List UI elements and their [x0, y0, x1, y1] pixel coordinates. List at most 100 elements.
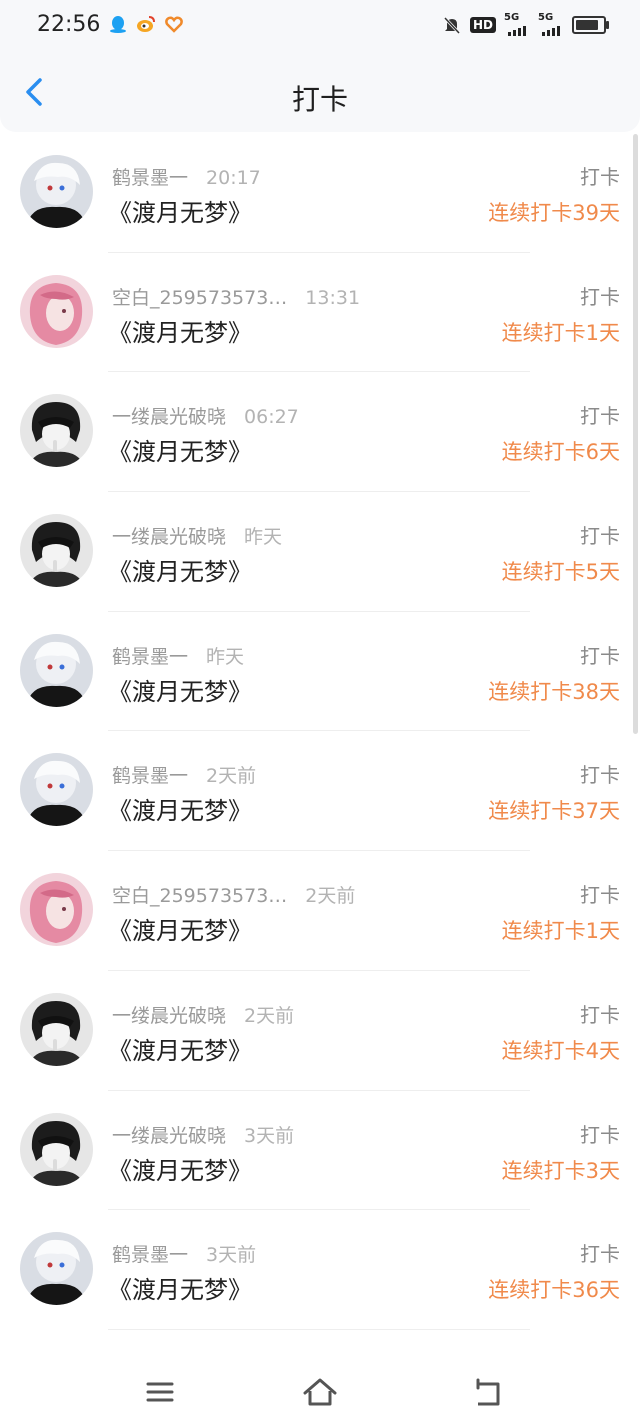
list-item[interactable]: 鹤景墨一 3天前 《渡月无梦》 打卡 连续打卡36天	[0, 1210, 640, 1330]
checkin-label: 打卡	[580, 165, 620, 189]
user-name[interactable]: 一缕晨光破晓	[112, 526, 226, 548]
checkin-label: 打卡	[580, 284, 620, 309]
app-heart-icon	[165, 16, 183, 33]
avatar[interactable]	[20, 873, 93, 947]
book-title[interactable]: 《渡月无梦》	[108, 552, 252, 587]
home-icon[interactable]	[300, 1372, 340, 1412]
user-meta: 鹤景墨一 20:17	[112, 163, 261, 190]
back-icon[interactable]	[468, 1372, 508, 1412]
streak-count: 连续打卡38天	[488, 679, 620, 704]
book-title[interactable]: 《渡月无梦》	[108, 1270, 252, 1305]
hd-icon: HD	[469, 17, 496, 33]
checkin-time: 2天前	[206, 765, 257, 788]
status-bar: 22:56 HD 5G 5G	[0, 0, 640, 52]
divider	[108, 1328, 530, 1330]
battery-icon	[572, 16, 609, 34]
user-name[interactable]: 鹤景墨一	[112, 646, 188, 668]
book-title[interactable]: 《渡月无梦》	[108, 672, 252, 707]
avatar[interactable]	[20, 394, 93, 468]
checkin-time: 06:27	[244, 406, 299, 429]
checkin-label: 打卡	[580, 524, 620, 549]
checkin-time: 3天前	[244, 1124, 295, 1147]
book-title[interactable]: 《渡月无梦》	[108, 911, 252, 946]
streak-count: 连续打卡37天	[488, 799, 620, 824]
checkin-label: 打卡	[580, 643, 620, 668]
streak-count: 连续打卡39天	[488, 201, 620, 225]
book-title[interactable]: 《渡月无梦》	[108, 432, 252, 467]
user-name[interactable]: 一缕晨光破晓	[112, 1005, 226, 1027]
user-meta: 一缕晨光破晓 06:27	[112, 402, 299, 429]
user-name[interactable]: 一缕晨光破晓	[112, 1125, 226, 1147]
user-meta: 一缕晨光破晓 3天前	[112, 1121, 294, 1148]
book-title[interactable]: 《渡月无梦》	[108, 1151, 252, 1186]
streak-count: 连续打卡1天	[501, 320, 620, 345]
checkin-label: 打卡	[580, 404, 620, 429]
weibo-icon	[137, 16, 155, 32]
notification-icons	[108, 14, 184, 36]
checkin-label: 打卡	[580, 1242, 620, 1267]
list-item[interactable]: 鹤景墨一 20:17 《渡月无梦》 打卡 连续打卡39天	[0, 133, 640, 253]
list-item[interactable]: 空白_259573573… 2天前 《渡月无梦》 打卡 连续打卡1天	[0, 851, 640, 971]
streak-count: 连续打卡6天	[501, 440, 620, 465]
avatar[interactable]	[20, 274, 93, 348]
user-name[interactable]: 鹤景墨一	[112, 765, 188, 787]
avatar[interactable]	[20, 1232, 93, 1306]
menu-icon[interactable]	[140, 1372, 180, 1412]
streak-count: 连续打卡3天	[501, 1158, 620, 1183]
user-meta: 一缕晨光破晓 昨天	[112, 522, 282, 549]
avatar[interactable]	[20, 155, 93, 228]
streak-count: 连续打卡1天	[501, 919, 620, 944]
user-name[interactable]: 空白_259573573…	[112, 885, 287, 907]
system-nav-bar	[0, 1360, 640, 1427]
checkin-time: 3天前	[206, 1244, 257, 1267]
checkin-label: 打卡	[580, 1122, 620, 1147]
avatar[interactable]	[20, 1112, 93, 1186]
list-item[interactable]: 一缕晨光破晓 2天前 《渡月无梦》 打卡 连续打卡4天	[0, 971, 640, 1091]
checkin-time: 2天前	[244, 1004, 295, 1027]
signal-5g-icon: 5G	[504, 12, 530, 36]
avatar[interactable]	[20, 633, 93, 707]
user-meta: 鹤景墨一 2天前	[112, 761, 256, 788]
user-name[interactable]: 一缕晨光破晓	[112, 406, 226, 428]
silent-bell-icon	[443, 16, 461, 35]
avatar[interactable]	[20, 514, 93, 588]
page-title: 打卡	[291, 83, 348, 116]
user-meta: 空白_259573573… 13:31	[112, 283, 360, 310]
checkin-time: 13:31	[305, 286, 361, 309]
checkin-time: 昨天	[206, 645, 245, 668]
signal-5g-icon: 5G	[538, 12, 564, 36]
user-meta: 空白_259573573… 2天前	[112, 881, 355, 908]
user-meta: 鹤景墨一 昨天	[112, 642, 244, 669]
checkin-label: 打卡	[580, 763, 620, 788]
user-name[interactable]: 空白_259573573…	[112, 287, 287, 309]
checkin-label: 打卡	[580, 883, 620, 908]
list-item[interactable]: 一缕晨光破晓 06:27 《渡月无梦》 打卡 连续打卡6天	[0, 372, 640, 493]
list-item[interactable]: 一缕晨光破晓 昨天 《渡月无梦》 打卡 连续打卡5天	[0, 492, 640, 612]
scrollbar[interactable]	[633, 134, 638, 734]
system-status-icons: HD 5G 5G	[442, 12, 609, 38]
qq-icon	[110, 16, 126, 33]
list-item[interactable]: 空白_259573573… 13:31 《渡月无梦》 打卡 连续打卡1天	[0, 253, 640, 373]
book-title[interactable]: 《渡月无梦》	[108, 193, 252, 228]
checkin-time: 2天前	[305, 885, 356, 908]
status-time: 22:56	[37, 12, 101, 37]
checkin-time: 20:17	[206, 167, 261, 189]
book-title[interactable]: 《渡月无梦》	[108, 313, 252, 348]
avatar[interactable]	[20, 992, 93, 1066]
app-header: 打卡	[0, 52, 640, 132]
streak-count: 连续打卡4天	[501, 1038, 620, 1063]
streak-count: 连续打卡5天	[501, 560, 620, 585]
list-item[interactable]: 一缕晨光破晓 3天前 《渡月无梦》 打卡 连续打卡3天	[0, 1091, 640, 1211]
avatar[interactable]	[20, 753, 93, 827]
list-item[interactable]: 鹤景墨一 2天前 《渡月无梦》 打卡 连续打卡37天	[0, 731, 640, 852]
streak-count: 连续打卡36天	[488, 1278, 620, 1303]
user-meta: 鹤景墨一 3天前	[112, 1240, 256, 1267]
checkin-time: 昨天	[244, 526, 283, 549]
book-title[interactable]: 《渡月无梦》	[108, 791, 252, 826]
user-name[interactable]: 鹤景墨一	[112, 167, 188, 189]
list-item[interactable]: 鹤景墨一 昨天 《渡月无梦》 打卡 连续打卡38天	[0, 612, 640, 732]
book-title[interactable]: 《渡月无梦》	[108, 1031, 252, 1066]
checkin-list: 鹤景墨一 20:17 《渡月无梦》 打卡 连续打卡39天 空白_259573573…	[0, 133, 640, 1330]
user-name[interactable]: 鹤景墨一	[112, 1244, 188, 1266]
user-meta: 一缕晨光破晓 2天前	[112, 1001, 294, 1028]
